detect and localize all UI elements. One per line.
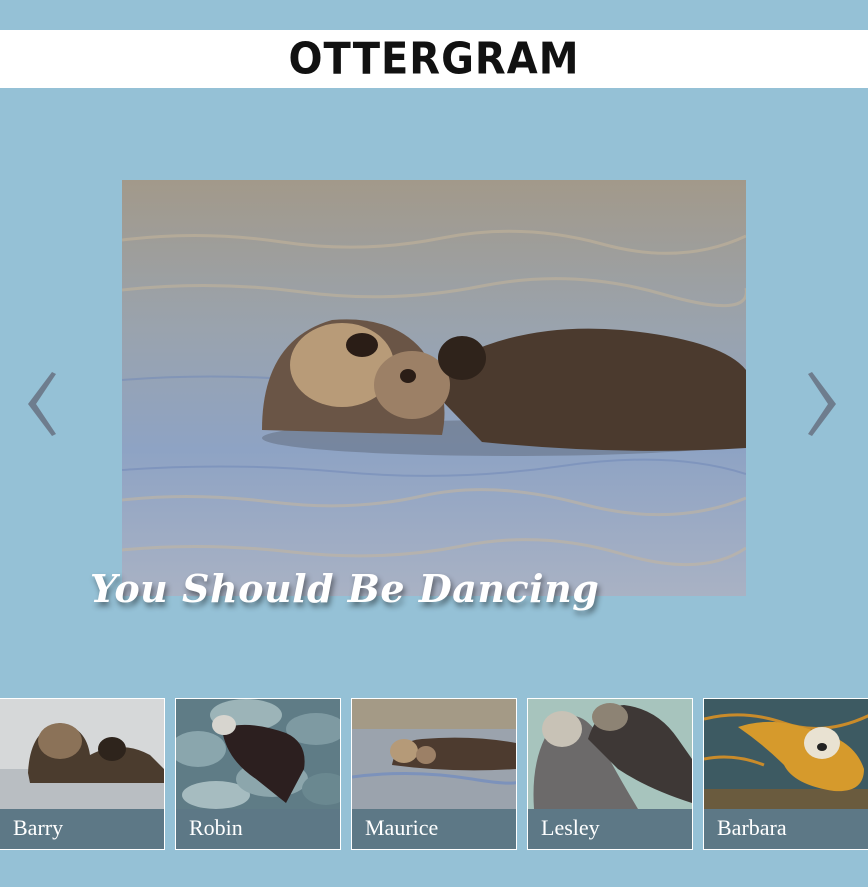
thumbnail-list: Barry Robin Maurice Lesley Barbara (0, 698, 868, 850)
thumbnail-item[interactable]: Lesley (527, 698, 693, 850)
thumbnail-item[interactable]: Robin (175, 698, 341, 850)
header-bar: OTTERGRAM (0, 30, 868, 88)
otter-photo (122, 180, 746, 596)
previous-arrow-button[interactable] (22, 370, 58, 438)
chevron-right-icon (808, 372, 836, 436)
thumbnail-label: Barbara (704, 809, 868, 849)
thumbnail-image (352, 699, 516, 809)
thumbnail-label: Lesley (528, 809, 692, 849)
thumbnail-label: Maurice (352, 809, 516, 849)
detail-photo (122, 180, 746, 596)
thumbnail-image (528, 699, 692, 809)
thumbnail-image (704, 699, 868, 809)
thumbnail-label: Barry (0, 809, 164, 849)
thumbnail-image (0, 699, 164, 809)
thumbnail-label: Robin (176, 809, 340, 849)
thumbnail-item[interactable]: Barbara (703, 698, 868, 850)
site-logo: OTTERGRAM (288, 33, 580, 85)
thumbnail-item[interactable]: Maurice (351, 698, 517, 850)
detail-title: You Should Be Dancing (90, 566, 600, 611)
chevron-left-icon (28, 372, 56, 436)
thumbnail-item[interactable]: Barry (0, 698, 165, 850)
next-arrow-button[interactable] (806, 370, 842, 438)
thumbnail-image (176, 699, 340, 809)
